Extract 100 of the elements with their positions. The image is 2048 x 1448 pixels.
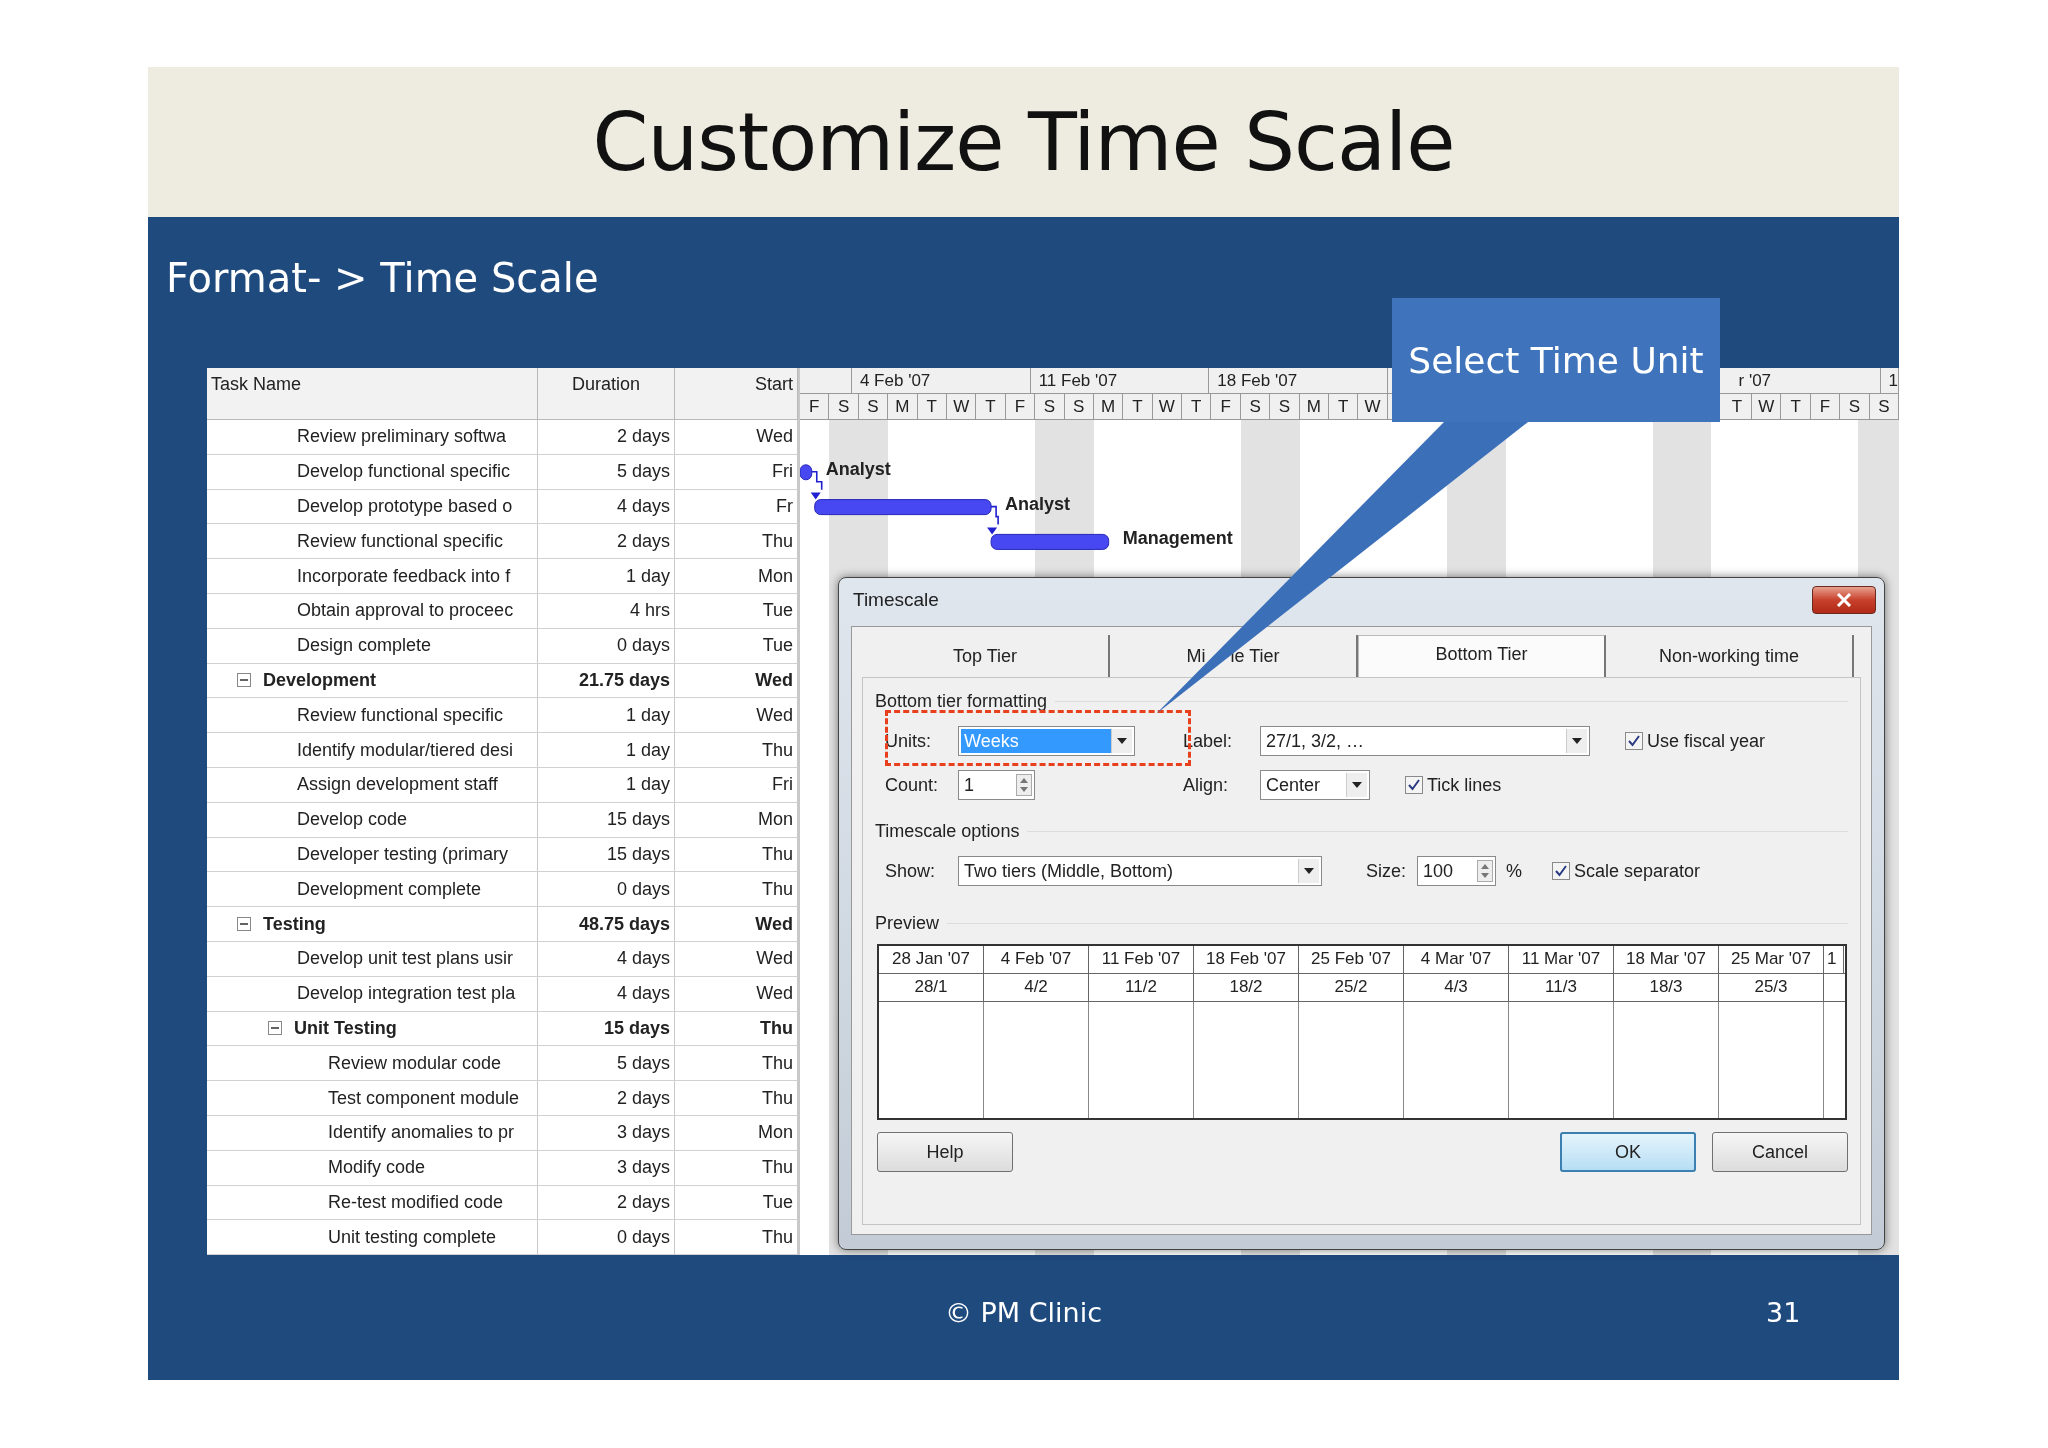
dependency-arrow [810,471,823,500]
preview-tier-label: 25 Feb '07 [1299,946,1404,973]
preview-tier-label: 11 Feb '07 [1089,946,1194,973]
scale-separator-checkbox[interactable]: Scale separator [1552,860,1701,882]
task-duration: 21.75 days [578,669,670,691]
collapse-icon[interactable] [268,1021,282,1036]
task-duration: 2 days [616,1191,670,1213]
dialog-button[interactable]: Help [877,1132,1013,1172]
task-start: Thu [761,530,793,552]
task-start: Tue [762,1191,793,1213]
task-name: Develop functional specific [297,461,511,483]
checkbox-icon [1552,862,1570,880]
week-label: 18 Feb '07 [1217,370,1298,391]
task-start: Fri [772,774,793,796]
task-start: Fr [776,496,793,517]
task-start: Wed [755,913,793,935]
task-duration: 4 hrs [629,600,670,622]
field-label: Count: [885,774,940,796]
collapse-icon[interactable] [237,673,251,688]
group-heading: Bottom tier formatting [875,690,1048,712]
count-spinner[interactable]: 1 [958,770,1035,800]
page-number: 31 [1766,1297,1801,1328]
task-start: Mon [758,809,793,831]
task-name: Develop unit test plans usir [297,948,514,970]
column-header[interactable]: Start [675,368,798,419]
task-start: Wed [756,426,793,448]
task-duration: 2 days [616,1087,670,1109]
week-label: r '07 [1738,370,1772,391]
task-start: Mon [758,565,793,587]
task-duration: 0 days [616,878,670,900]
preview-tier-label: 11/2 [1089,974,1194,1001]
task-name: Testing [263,913,326,935]
caret-icon [1352,782,1362,788]
field-label: Align: [1183,774,1230,796]
group-heading: Timescale options [875,820,1020,842]
align-dropdown[interactable]: Center [1260,770,1370,800]
resource-label: Analyst [825,458,891,480]
dialog-button[interactable]: OK [1560,1132,1696,1172]
task-name: Review functional specific [297,704,504,726]
task-duration: 48.75 days [578,913,670,935]
week-label: 11 Feb '07 [1038,370,1118,391]
preview-tier-label: 18/2 [1194,974,1299,1001]
preview-tier-label: 18/3 [1614,974,1719,1001]
dialog-button[interactable]: Cancel [1712,1132,1848,1172]
label-dropdown[interactable]: 27/1, 3/2, … [1260,726,1590,756]
collapse-icon[interactable] [237,917,251,932]
preview-tier-label: 4 Mar '07 [1404,946,1509,973]
task-name: Design complete [297,635,432,657]
size-spinner[interactable]: 100 [1417,856,1496,886]
task-start: Fri [772,461,793,483]
preview-tier-label: 25/2 [1299,974,1404,1001]
task-name: Modify code [328,1157,426,1179]
preview-tier-label: 18 Mar '07 [1614,946,1719,973]
show-dropdown[interactable]: Two tiers (Middle, Bottom) [958,856,1322,886]
task-duration: 4 days [616,983,670,1005]
task-duration: 1 day [625,565,670,587]
task-name: Assign development staff [297,774,498,796]
field-label: Label: [1183,730,1234,752]
dialog-title: Timescale [853,589,939,611]
dialog-tab[interactable]: Bottom Tier [1358,635,1606,677]
task-start: Thu [761,739,793,761]
task-bar[interactable] [800,464,813,481]
task-name: Develop code [297,809,408,831]
task-start: Thu [761,1087,793,1109]
task-start: Wed [756,948,793,970]
task-duration: 2 days [616,426,670,448]
dependency-arrow [987,505,999,535]
fiscal-year-checkbox[interactable]: Use fiscal year [1625,730,1766,752]
preview-tier-label: 4/2 [984,974,1089,1001]
task-name: Incorporate feedback into f [297,565,511,587]
task-duration: 3 days [616,1157,670,1179]
task-bar[interactable] [814,499,992,516]
task-start: Tue [762,600,793,622]
task-name: Re-test modified code [328,1191,504,1213]
column-header[interactable]: Task Name [207,368,538,419]
task-duration: 3 days [616,1122,670,1144]
preview-tier-label: 28/1 [879,974,984,1001]
tick-lines-checkbox[interactable]: Tick lines [1405,774,1502,796]
task-start: Thu [761,1052,793,1074]
callout-text: Select Time Unit [1408,339,1704,381]
task-bar[interactable] [990,533,1110,550]
preview-tier-label: 4 Feb '07 [984,946,1089,973]
preview-tier-label: 28 Jan '07 [879,946,984,973]
column-header[interactable]: Duration [538,368,675,419]
task-name: Unit Testing [294,1017,397,1039]
task-start: Thu [761,1226,793,1248]
resource-label: Management [1122,528,1233,550]
task-start: Tue [762,635,793,657]
checkbox-icon [1405,776,1423,794]
task-name: Development complete [297,878,482,900]
task-name: Review modular code [328,1052,502,1074]
unit-label: % [1506,860,1522,882]
close-button[interactable] [1812,586,1876,614]
slide-title: Customize Time Scale [592,95,1455,189]
task-start: Thu [761,843,793,865]
preview-tier-label: 25 Mar '07 [1719,946,1824,973]
task-name: Unit testing complete [328,1226,497,1248]
task-duration: 0 days [616,635,670,657]
task-duration: 2 days [616,530,670,552]
task-duration: 1 day [625,704,670,726]
